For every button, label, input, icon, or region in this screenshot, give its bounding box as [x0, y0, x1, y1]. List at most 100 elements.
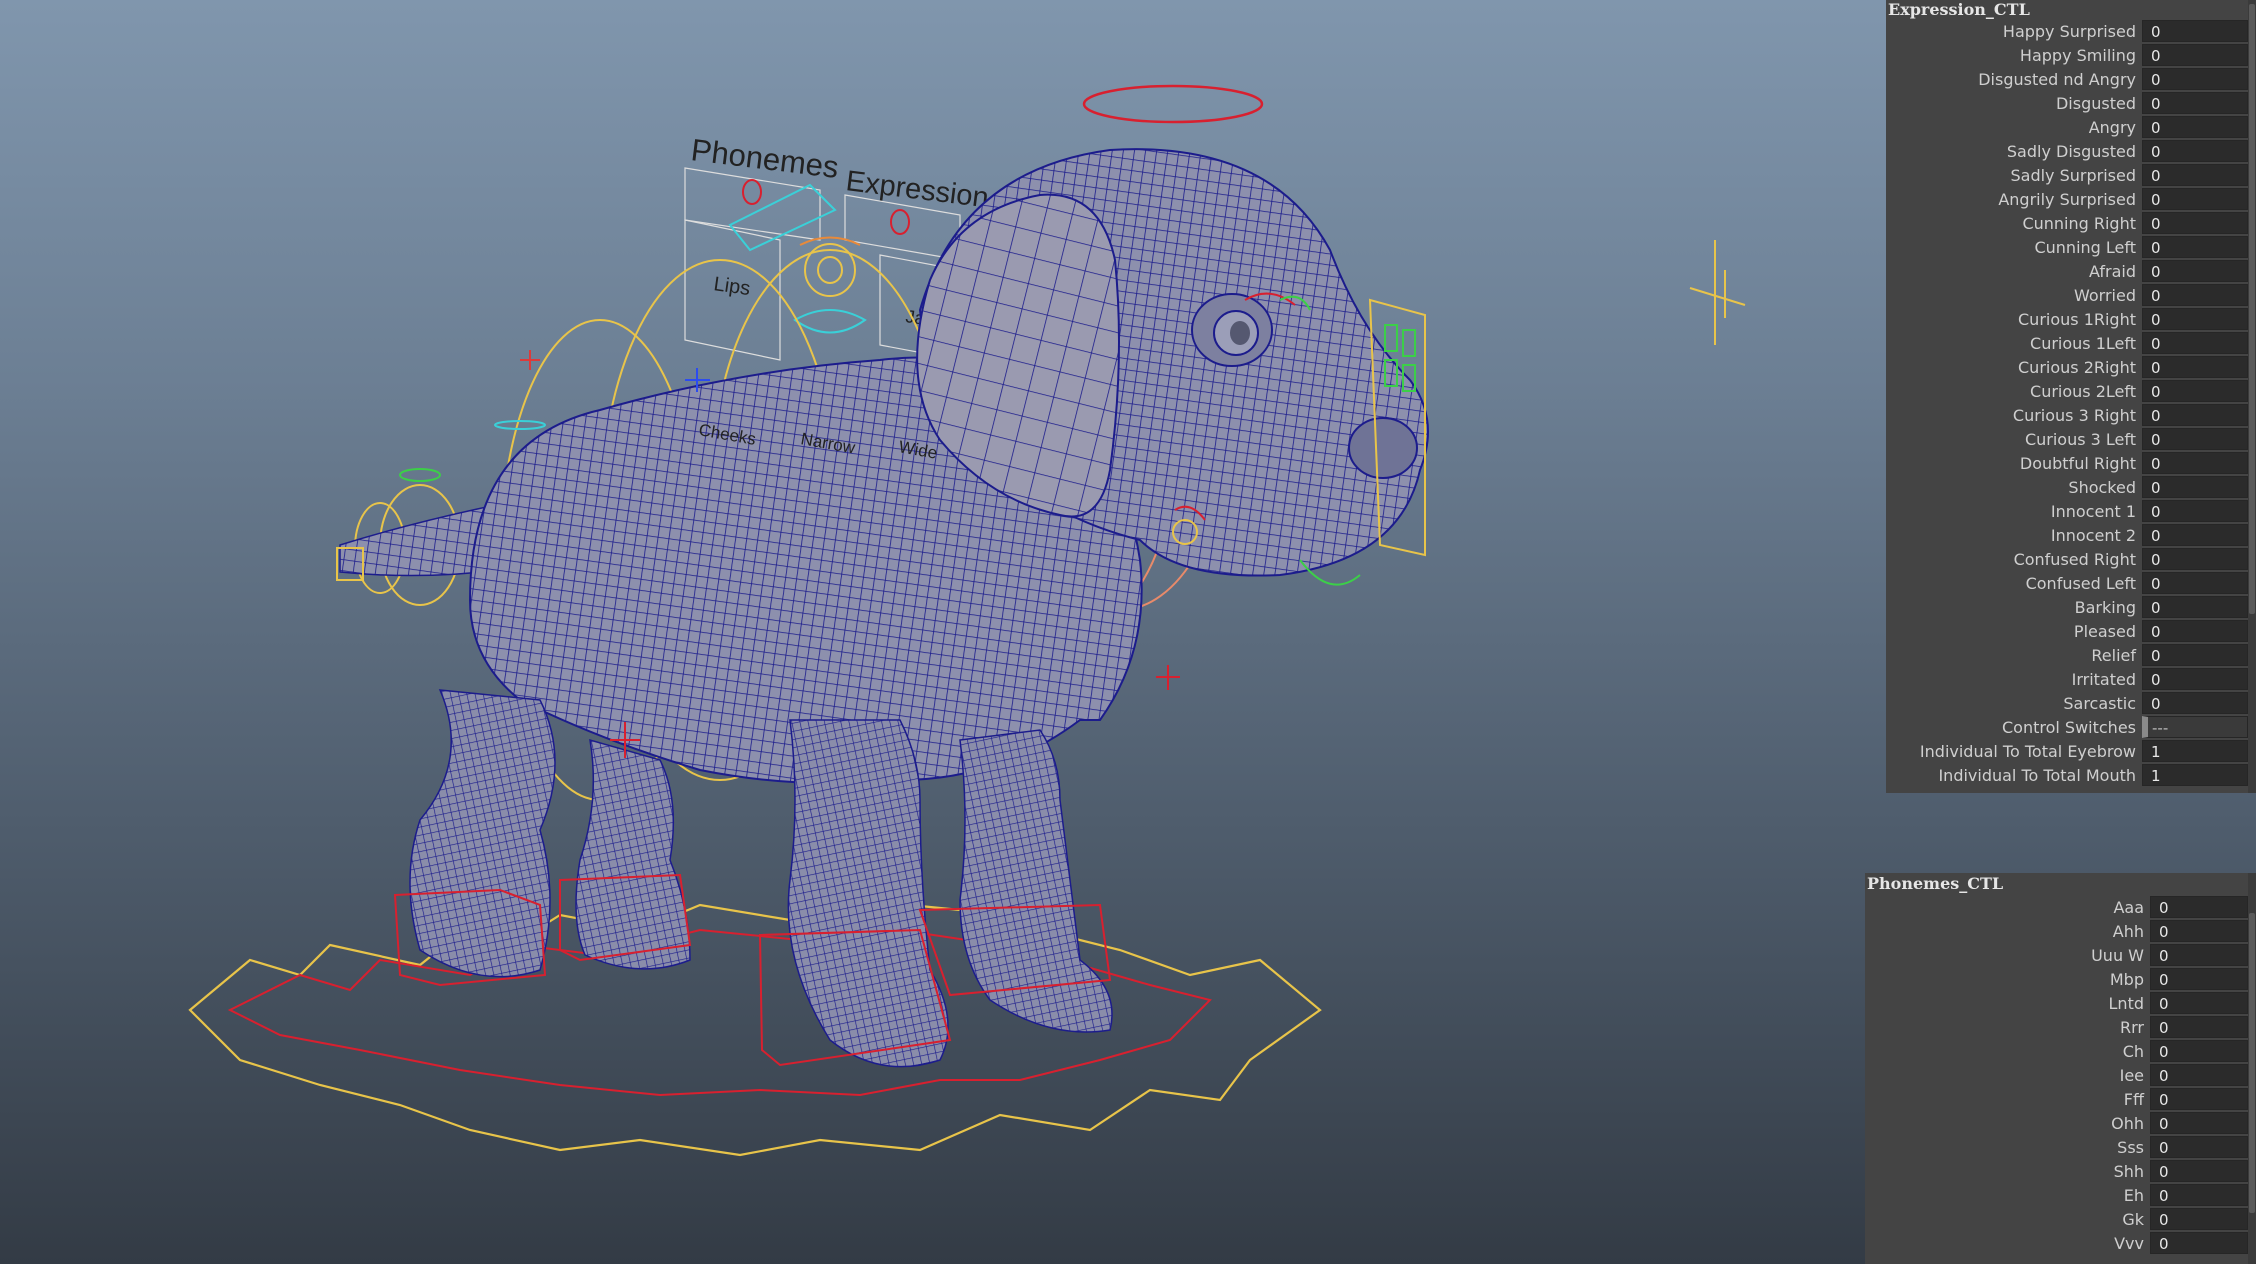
attribute-label[interactable]: Sss	[1865, 1138, 2150, 1157]
expression-scrollbar[interactable]	[2248, 0, 2256, 793]
attribute-label[interactable]: Barking	[1886, 598, 2142, 617]
attribute-label[interactable]: Shh	[1865, 1162, 2150, 1181]
attribute-label[interactable]: Ohh	[1865, 1114, 2150, 1133]
attribute-label[interactable]: Doubtful Right	[1886, 454, 2142, 473]
attribute-label[interactable]: Sarcastic	[1886, 694, 2142, 713]
attribute-value-field[interactable]: 0	[2142, 380, 2248, 402]
attribute-label[interactable]: Rrr	[1865, 1018, 2150, 1037]
attribute-value-field[interactable]: 0	[2150, 1232, 2248, 1254]
phonemes-scrollbar-thumb[interactable]	[2249, 913, 2255, 1213]
dog-eye[interactable]	[1191, 293, 1273, 367]
attribute-label[interactable]: Angry	[1886, 118, 2142, 137]
attribute-value-field[interactable]: 0	[2142, 596, 2248, 618]
attribute-label[interactable]: Cunning Right	[1886, 214, 2142, 233]
attribute-label[interactable]: Happy Surprised	[1886, 22, 2142, 41]
attribute-value-field[interactable]: 0	[2142, 404, 2248, 426]
attribute-label[interactable]: Confused Left	[1886, 574, 2142, 593]
attribute-value-field[interactable]: 0	[2142, 500, 2248, 522]
attribute-label[interactable]: Eh	[1865, 1186, 2150, 1205]
attribute-label[interactable]: Innocent 2	[1886, 526, 2142, 545]
attribute-value-field[interactable]: 0	[2142, 164, 2248, 186]
attribute-value-field[interactable]: 1	[2142, 740, 2248, 762]
attribute-value-field[interactable]: 0	[2142, 188, 2248, 210]
attribute-label[interactable]: Happy Smiling	[1886, 46, 2142, 65]
attribute-value-field[interactable]: 0	[2142, 356, 2248, 378]
attribute-label[interactable]: Mbp	[1865, 970, 2150, 989]
attribute-label[interactable]: Cunning Left	[1886, 238, 2142, 257]
attribute-label[interactable]: Relief	[1886, 646, 2142, 665]
attribute-value-field[interactable]: 0	[2150, 1136, 2248, 1158]
attribute-label[interactable]: Iee	[1865, 1066, 2150, 1085]
attribute-value-field[interactable]: 0	[2150, 1064, 2248, 1086]
attribute-value-field[interactable]: 0	[2150, 968, 2248, 990]
back-left-leg-mesh[interactable]	[409, 689, 556, 978]
attribute-value-field[interactable]: 0	[2142, 548, 2248, 570]
attribute-label[interactable]: Confused Right	[1886, 550, 2142, 569]
attribute-label[interactable]: Disgusted nd Angry	[1886, 70, 2142, 89]
attribute-label[interactable]: Control Switches	[1886, 718, 2142, 737]
attribute-label[interactable]: Sadly Surprised	[1886, 166, 2142, 185]
attribute-value-field[interactable]: 0	[2142, 116, 2248, 138]
attribute-label[interactable]: Innocent 1	[1886, 502, 2142, 521]
attribute-label[interactable]: Aaa	[1865, 898, 2150, 917]
attribute-label[interactable]: Curious 2Left	[1886, 382, 2142, 401]
attribute-value-field[interactable]: 0	[2142, 572, 2248, 594]
attribute-label[interactable]: Individual To Total Mouth	[1886, 766, 2142, 785]
attribute-value-field[interactable]: 0	[2142, 44, 2248, 66]
locator-icon[interactable]	[1689, 240, 1746, 345]
attribute-value-field[interactable]: 0	[2142, 620, 2248, 642]
attribute-label[interactable]: Angrily Surprised	[1886, 190, 2142, 209]
attribute-value-field[interactable]: 0	[2150, 920, 2248, 942]
attribute-label[interactable]: Ahh	[1865, 922, 2150, 941]
attribute-value-field[interactable]: 0	[2142, 92, 2248, 114]
attribute-value-field[interactable]: 0	[2150, 1016, 2248, 1038]
attribute-label[interactable]: Individual To Total Eyebrow	[1886, 742, 2142, 761]
expression-scrollbar-thumb[interactable]	[2249, 4, 2255, 614]
attribute-label[interactable]: Curious 2Right	[1886, 358, 2142, 377]
attribute-value-field[interactable]: 0	[2142, 20, 2248, 42]
attribute-value-field[interactable]: 0	[2150, 896, 2248, 918]
head-halo-control[interactable]	[1082, 84, 1264, 124]
attribute-value-field[interactable]: 0	[2142, 260, 2248, 282]
attribute-label[interactable]: Ch	[1865, 1042, 2150, 1061]
attribute-value-field[interactable]: 0	[2142, 524, 2248, 546]
attribute-label[interactable]: Lntd	[1865, 994, 2150, 1013]
attribute-value-field[interactable]: 0	[2150, 1088, 2248, 1110]
attribute-label[interactable]: Gk	[1865, 1210, 2150, 1229]
attribute-value-field[interactable]: 0	[2150, 1184, 2248, 1206]
attribute-value-field[interactable]: 0	[2150, 944, 2248, 966]
attribute-value-field[interactable]: 0	[2142, 308, 2248, 330]
attribute-value-field[interactable]: 0	[2150, 1208, 2248, 1230]
attribute-value-field[interactable]: 0	[2142, 668, 2248, 690]
attribute-value-field[interactable]: 0	[2150, 992, 2248, 1014]
attribute-label[interactable]: Shocked	[1886, 478, 2142, 497]
phonemes-scrollbar[interactable]	[2248, 873, 2256, 1264]
attribute-value-field[interactable]: 0	[2150, 1040, 2248, 1062]
attribute-label[interactable]: Disgusted	[1886, 94, 2142, 113]
attribute-value-field[interactable]: 0	[2142, 332, 2248, 354]
attribute-label[interactable]: Irritated	[1886, 670, 2142, 689]
attribute-label[interactable]: Fff	[1865, 1090, 2150, 1109]
attribute-value-field[interactable]: 0	[2142, 452, 2248, 474]
attribute-label[interactable]: Curious 3 Left	[1886, 430, 2142, 449]
back-right-leg-mesh[interactable]	[575, 738, 691, 970]
ground-control[interactable]	[188, 898, 1322, 1157]
attribute-value-field[interactable]: 0	[2142, 236, 2248, 258]
attribute-value-field[interactable]: 0	[2142, 428, 2248, 450]
attribute-value-field[interactable]: 0	[2150, 1112, 2248, 1134]
attribute-value-field[interactable]: ---	[2142, 716, 2248, 738]
attribute-value-field[interactable]: 0	[2142, 692, 2248, 714]
attribute-label[interactable]: Uuu W	[1865, 946, 2150, 965]
attribute-value-field[interactable]: 1	[2142, 764, 2248, 786]
attribute-value-field[interactable]: 0	[2142, 284, 2248, 306]
attribute-label[interactable]: Vvv	[1865, 1234, 2150, 1253]
attribute-label[interactable]: Worried	[1886, 286, 2142, 305]
attribute-value-field[interactable]: 0	[2142, 476, 2248, 498]
attribute-value-field[interactable]: 0	[2142, 68, 2248, 90]
attribute-label[interactable]: Sadly Disgusted	[1886, 142, 2142, 161]
attribute-label[interactable]: Curious 1Right	[1886, 310, 2142, 329]
attribute-value-field[interactable]: 0	[2150, 1160, 2248, 1182]
attribute-value-field[interactable]: 0	[2142, 644, 2248, 666]
attribute-value-field[interactable]: 0	[2142, 212, 2248, 234]
attribute-label[interactable]: Pleased	[1886, 622, 2142, 641]
